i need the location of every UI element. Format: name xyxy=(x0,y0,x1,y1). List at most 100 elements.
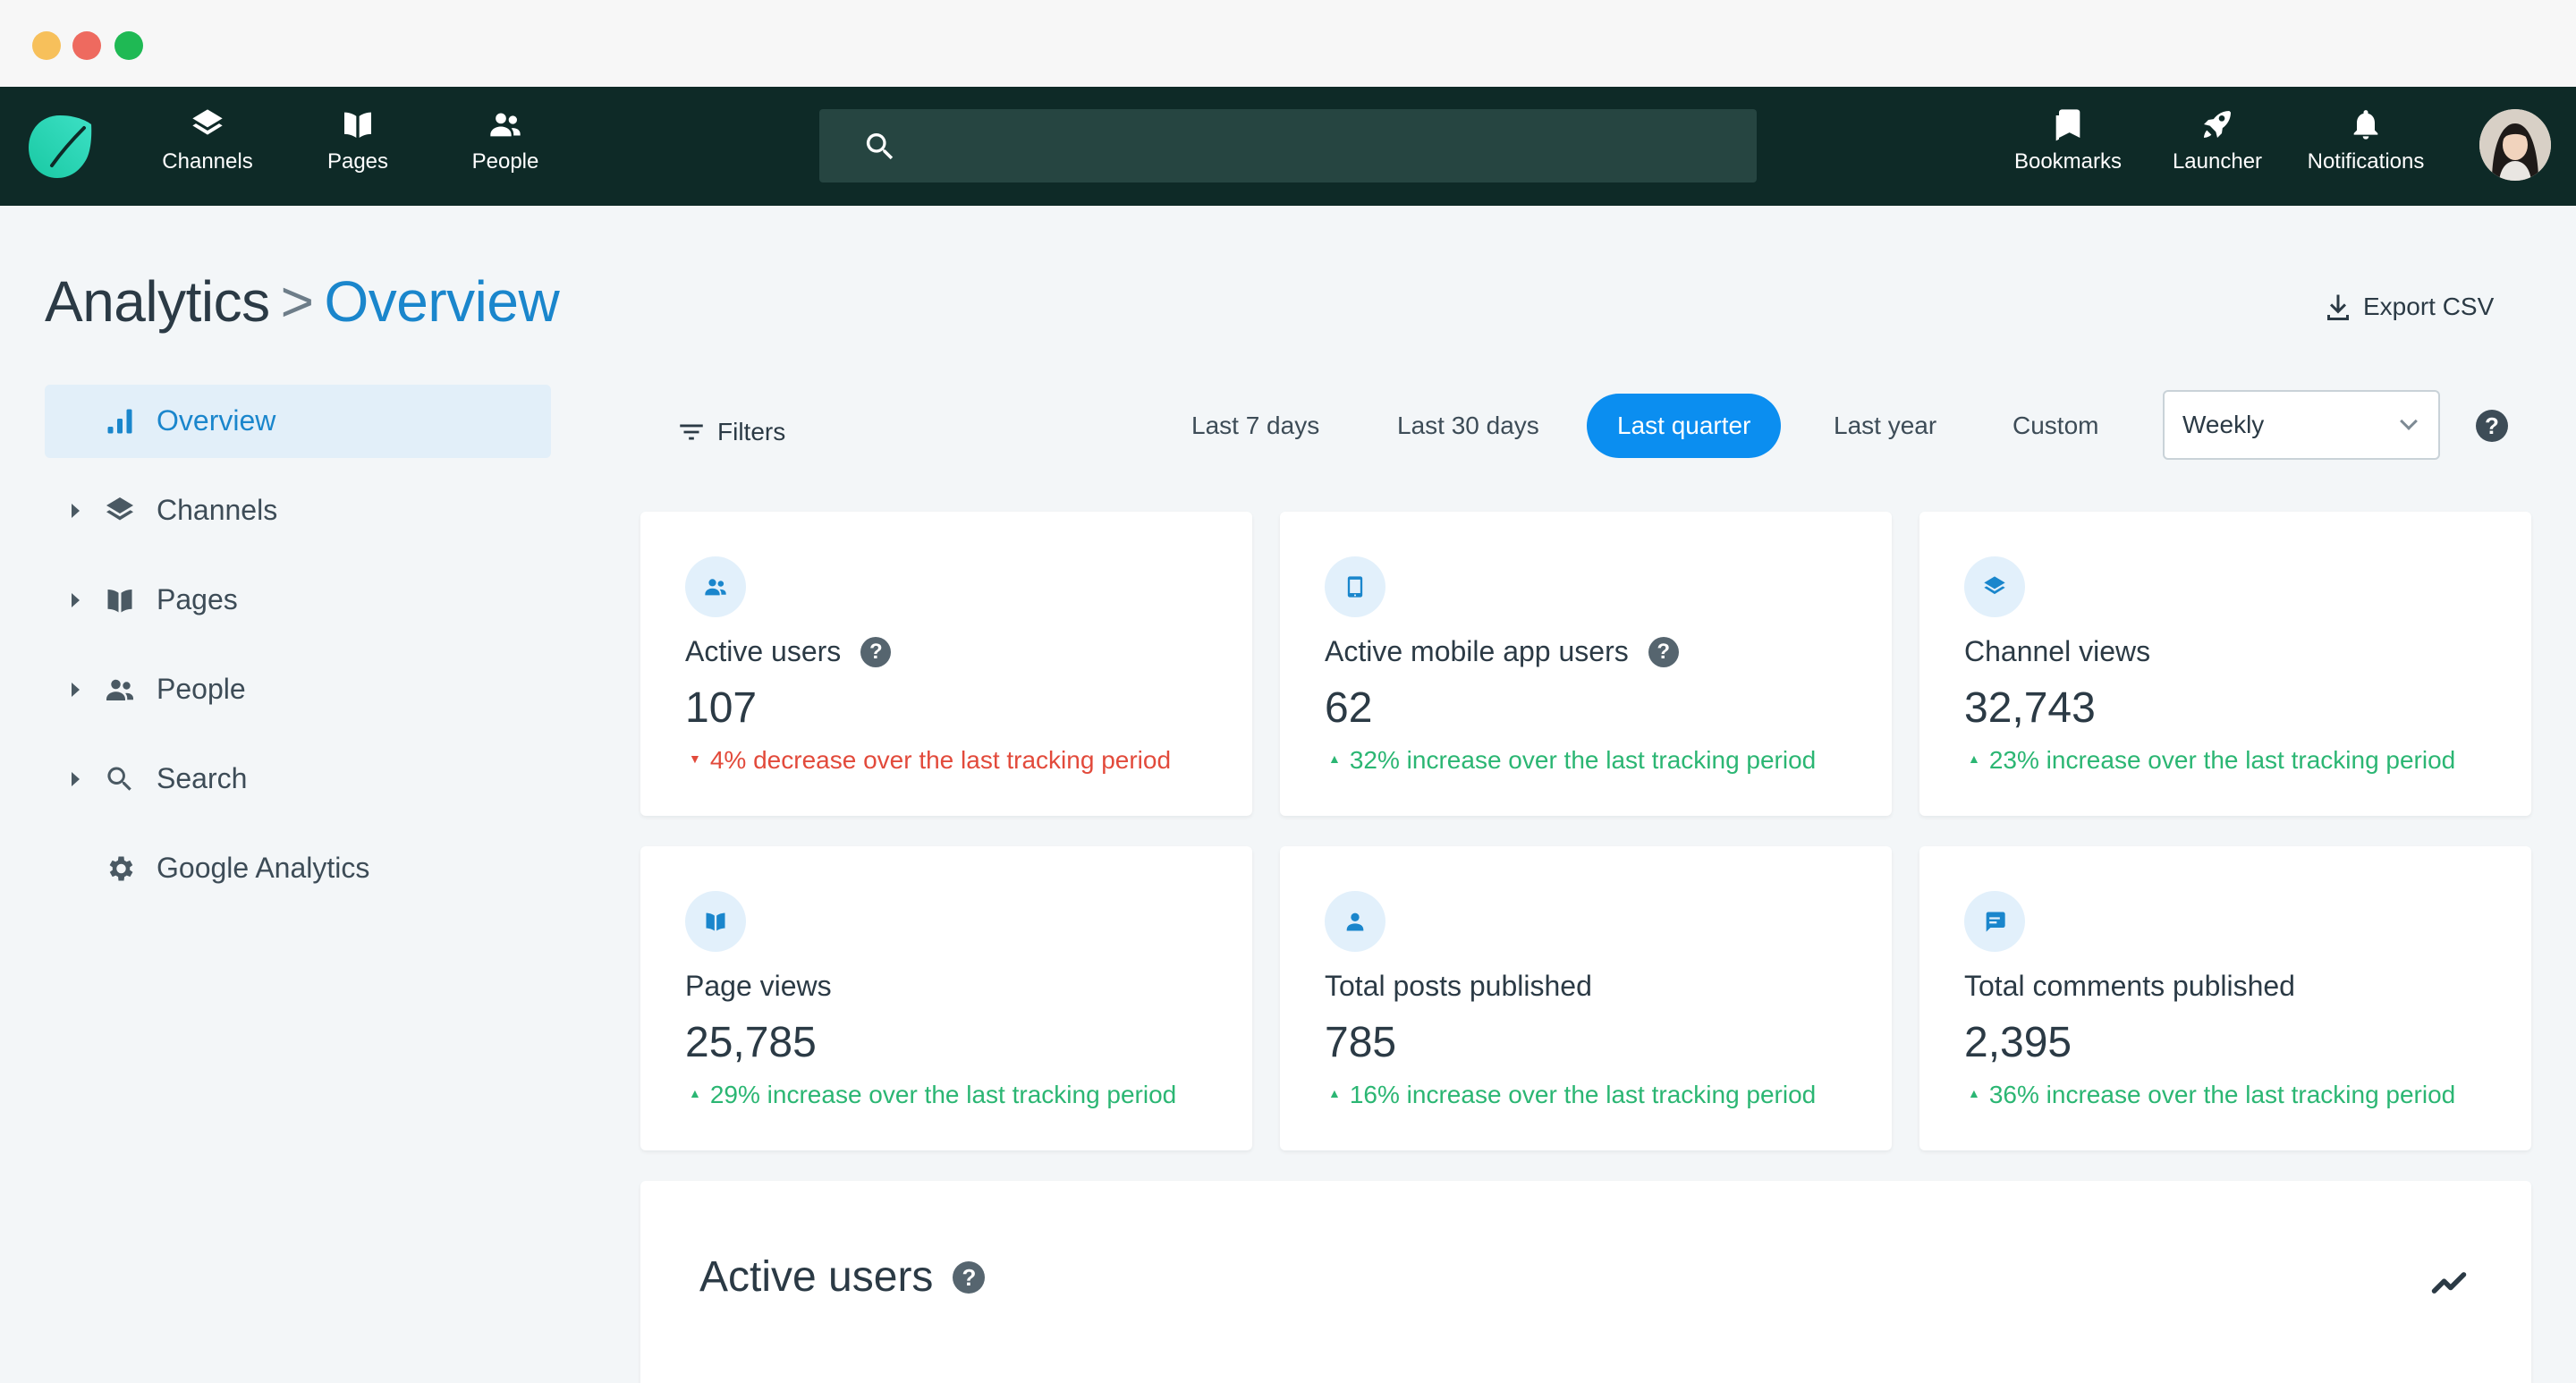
layers-icon xyxy=(104,495,136,527)
expand-caret-icon[interactable] xyxy=(72,504,80,518)
metric-card-active-users: Active users ? 107 ▼ 4% decrease over the… xyxy=(640,512,1252,816)
metric-title: Active users ? xyxy=(685,635,892,668)
metric-value: 785 xyxy=(1325,1019,1397,1066)
window-minimize-button[interactable] xyxy=(32,31,61,60)
metric-value: 32,743 xyxy=(1964,684,2096,732)
range-custom[interactable]: Custom xyxy=(1982,394,2129,458)
sidebar-item-pages[interactable]: Pages xyxy=(45,564,551,637)
global-search xyxy=(819,109,1757,182)
help-icon[interactable]: ? xyxy=(1648,636,1679,667)
book-icon xyxy=(685,891,746,952)
range-last-quarter[interactable]: Last quarter xyxy=(1587,394,1782,458)
bar-chart-icon xyxy=(104,405,136,437)
download-icon xyxy=(2327,294,2349,320)
range-last-7-days[interactable]: Last 7 days xyxy=(1161,394,1350,458)
bell-icon xyxy=(2348,106,2384,142)
sidebar-item-label: Overview xyxy=(157,404,276,437)
sidebar-item-overview[interactable]: Overview xyxy=(45,385,551,458)
nav-bookmarks[interactable]: Bookmarks xyxy=(2009,106,2127,189)
metric-delta: ▲ 16% increase over the last tracking per… xyxy=(1328,1081,1816,1109)
nav-bookmarks-label: Bookmarks xyxy=(2013,149,2123,174)
metric-title: Total comments published xyxy=(1964,970,2295,1003)
nav-people-label: People xyxy=(471,149,539,174)
expand-caret-icon[interactable] xyxy=(72,683,80,697)
help-icon[interactable]: ? xyxy=(2476,410,2508,442)
metric-delta: ▲ 23% increase over the last tracking per… xyxy=(1968,746,2455,775)
metric-value: 62 xyxy=(1325,684,1373,732)
metric-title: Page views xyxy=(685,970,832,1003)
sidebar-item-label: Pages xyxy=(157,583,238,615)
trend-up-icon: ▲ xyxy=(1968,751,1980,766)
sidebar-item-google-analytics[interactable]: Google Analytics xyxy=(45,832,551,905)
range-last-year[interactable]: Last year xyxy=(1803,394,1967,458)
leaf-logo-icon xyxy=(29,115,92,178)
panel-title-text: Active users xyxy=(699,1253,934,1301)
people-icon xyxy=(487,106,523,142)
metric-title-text: Page views xyxy=(685,970,832,1002)
sidebar-item-people[interactable]: People xyxy=(45,653,551,726)
gear-icon xyxy=(104,853,136,885)
nav-channels[interactable]: Channels xyxy=(157,106,258,189)
filters-label: Filters xyxy=(717,418,786,445)
nav-people[interactable]: People xyxy=(465,106,546,189)
nav-notifications-label: Notifications xyxy=(2307,149,2425,174)
sidebar-item-channels[interactable]: Channels xyxy=(45,474,551,547)
book-icon xyxy=(104,584,136,616)
interval-select[interactable]: Weekly xyxy=(2163,390,2440,460)
range-last-30-days[interactable]: Last 30 days xyxy=(1367,394,1570,458)
metric-delta: ▼ 4% decrease over the last tracking peri… xyxy=(689,746,1171,775)
metric-delta: ▲ 29% increase over the last tracking per… xyxy=(689,1081,1176,1109)
breadcrumb: Analytics > Overview xyxy=(45,268,560,335)
trend-down-icon: ▼ xyxy=(689,751,701,766)
phone-icon xyxy=(1325,556,1385,617)
metric-card-total-comments: Total comments published 2,395 ▲ 36% incr… xyxy=(1919,846,2531,1150)
trend-up-icon: ▲ xyxy=(1328,751,1341,766)
metric-value: 25,785 xyxy=(685,1019,817,1066)
nav-channels-label: Channels xyxy=(162,149,253,174)
top-navbar: Channels Pages People Bookmarks Launcher xyxy=(0,87,2576,206)
nav-notifications[interactable]: Notifications xyxy=(2299,106,2433,189)
sidebar-item-label: Channels xyxy=(157,494,278,526)
metric-title: Active mobile app users ? xyxy=(1325,635,1679,668)
metric-delta-text: 16% increase over the last tracking peri… xyxy=(1349,1081,1817,1108)
metric-title-text: Total posts published xyxy=(1325,970,1592,1002)
filters-button[interactable]: Filters xyxy=(676,410,785,454)
metric-card-total-posts: Total posts published 785 ▲ 16% increase … xyxy=(1280,846,1892,1150)
metric-value: 2,395 xyxy=(1964,1019,2072,1066)
metric-title: Channel views xyxy=(1964,635,2150,668)
nav-launcher[interactable]: Launcher xyxy=(2168,106,2267,189)
metric-title-text: Total comments published xyxy=(1964,970,2295,1002)
sidebar-item-search[interactable]: Search xyxy=(45,742,551,816)
expand-caret-icon[interactable] xyxy=(72,772,80,786)
sidebar-item-label: Search xyxy=(157,762,248,794)
metric-card-channel-views: Channel views 32,743 ▲ 23% increase over … xyxy=(1919,512,2531,816)
sidebar-item-label: People xyxy=(157,673,246,705)
window-zoom-button[interactable] xyxy=(114,31,143,60)
nav-pages[interactable]: Pages xyxy=(320,106,395,189)
metric-value: 107 xyxy=(685,684,758,732)
metric-card-active-mobile-users: Active mobile app users ? 62 ▲ 32% increa… xyxy=(1280,512,1892,816)
user-avatar[interactable] xyxy=(2479,109,2551,181)
export-csv-button[interactable]: Export CSV xyxy=(2322,284,2494,329)
layers-icon xyxy=(1964,556,2025,617)
person-icon xyxy=(1325,891,1385,952)
search-input[interactable] xyxy=(918,109,1741,182)
active-users-chart-panel: Active users ? xyxy=(640,1181,2531,1383)
trend-up-icon: ▲ xyxy=(1968,1085,1980,1100)
expand-caret-icon[interactable] xyxy=(72,593,80,607)
comment-icon xyxy=(1964,891,2025,952)
metric-title-text: Active users xyxy=(685,635,842,667)
trend-line-icon[interactable] xyxy=(2429,1263,2469,1302)
metric-title-text: Channel views xyxy=(1964,635,2151,667)
app-logo[interactable] xyxy=(25,112,95,182)
search-icon xyxy=(862,129,898,165)
avatar-photo-icon xyxy=(2479,109,2551,181)
metric-delta: ▲ 32% increase over the last tracking per… xyxy=(1328,746,1816,775)
metric-title: Total posts published xyxy=(1325,970,1592,1003)
help-icon[interactable]: ? xyxy=(860,636,892,667)
help-icon[interactable]: ? xyxy=(953,1260,986,1294)
metric-title-text: Active mobile app users xyxy=(1325,635,1629,667)
trend-up-icon: ▲ xyxy=(689,1085,701,1100)
window-close-button[interactable] xyxy=(72,31,101,60)
breadcrumb-root[interactable]: Analytics xyxy=(45,269,270,334)
